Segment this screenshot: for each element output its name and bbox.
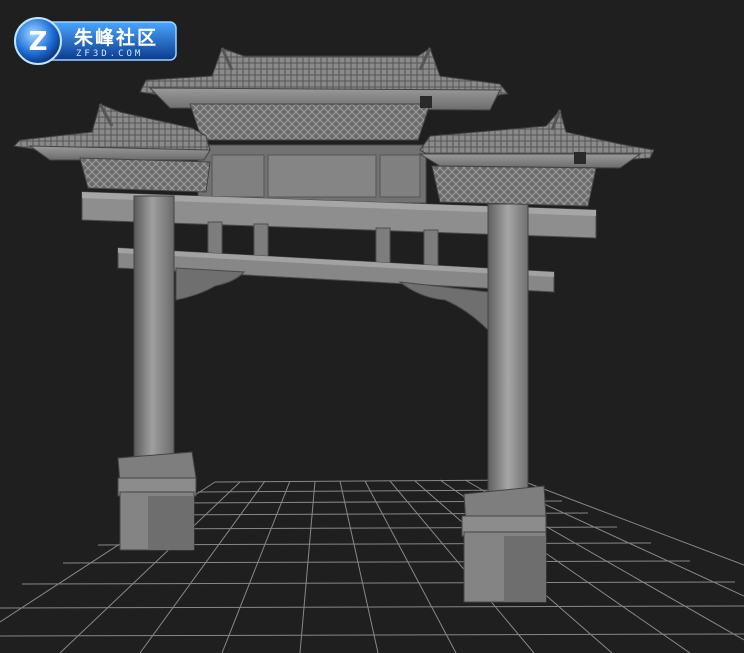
logo-subtitle: ZF3D.COM — [76, 49, 143, 59]
3d-viewport[interactable] — [0, 0, 744, 653]
badge-letter: Z — [29, 27, 48, 57]
zf3d-watermark-logo: Z 朱峰社区 ZF3D.COM — [14, 17, 177, 65]
logo-title: 朱峰社区 — [74, 26, 158, 49]
